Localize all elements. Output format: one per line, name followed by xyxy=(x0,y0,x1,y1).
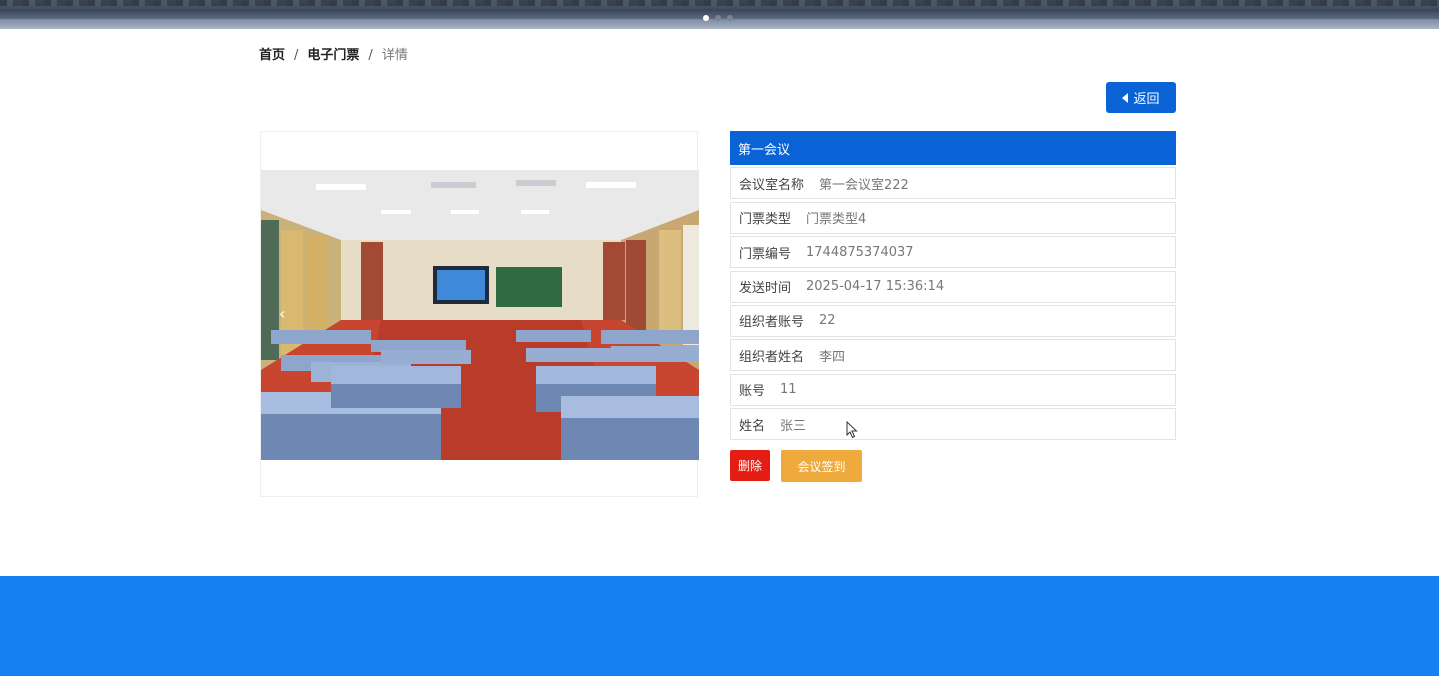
banner-dot-3[interactable] xyxy=(727,15,733,21)
detail-row-ticket-number: 门票编号 1744875374037 xyxy=(730,236,1176,269)
mouse-cursor-icon xyxy=(846,421,858,439)
breadcrumb-separator: / xyxy=(294,48,299,63)
detail-value: 门票类型4 xyxy=(806,212,867,228)
detail-row-send-time: 发送时间 2025-04-17 15:36:14 xyxy=(730,270,1176,303)
detail-row-ticket-type: 门票类型 门票类型4 xyxy=(730,201,1176,234)
breadcrumb-current: 详情 xyxy=(381,48,408,63)
detail-label: 发送时间 xyxy=(739,281,792,297)
caret-left-icon xyxy=(1122,92,1129,103)
image-carousel: ‹ xyxy=(260,131,699,497)
meeting-room-photo xyxy=(261,170,699,460)
carousel-prev-button[interactable]: ‹ xyxy=(279,306,285,322)
detail-row-room-name: 会议室名称 第一会议室222 xyxy=(730,167,1176,200)
ticket-title: 第一会议 xyxy=(730,131,1176,165)
banner-dot-1[interactable] xyxy=(703,15,709,21)
back-button-label: 返回 xyxy=(1133,92,1160,107)
back-button[interactable]: 返回 xyxy=(1106,82,1176,113)
detail-row-organizer-name: 组织者姓名 李四 xyxy=(730,339,1176,372)
breadcrumb: 首页 / 电子门票 / 详情 xyxy=(259,47,408,65)
page-footer xyxy=(0,576,1439,676)
detail-row-organizer-account: 组织者账号 22 xyxy=(730,304,1176,337)
breadcrumb-section[interactable]: 电子门票 xyxy=(307,47,359,65)
detail-value: 1744875374037 xyxy=(806,244,914,260)
detail-value: 李四 xyxy=(819,349,846,365)
detail-label: 账号 xyxy=(739,384,766,400)
ticket-detail-panel: 第一会议 会议室名称 第一会议室222 门票类型 门票类型4 门票编号 1744… xyxy=(730,131,1176,441)
top-banner-carousel xyxy=(0,0,1439,29)
detail-label: 组织者姓名 xyxy=(739,349,805,365)
detail-label: 会议室名称 xyxy=(739,177,805,193)
breadcrumb-separator: / xyxy=(368,48,373,63)
ticket-actions: 删除 会议签到 xyxy=(730,450,862,482)
detail-label: 组织者账号 xyxy=(739,315,805,331)
detail-value: 2025-04-17 15:36:14 xyxy=(806,279,945,295)
detail-label: 门票类型 xyxy=(739,212,792,228)
meeting-sign-in-button[interactable]: 会议签到 xyxy=(781,450,862,482)
detail-value: 11 xyxy=(780,382,797,398)
detail-label: 门票编号 xyxy=(739,246,792,262)
detail-row-name: 姓名 张三 xyxy=(730,408,1176,441)
detail-value: 22 xyxy=(819,313,836,329)
delete-button[interactable]: 删除 xyxy=(730,450,770,481)
detail-value: 张三 xyxy=(780,418,807,434)
breadcrumb-home[interactable]: 首页 xyxy=(259,47,285,65)
banner-skyline-image xyxy=(0,0,1439,6)
banner-pagination xyxy=(703,15,733,21)
banner-dot-2[interactable] xyxy=(715,15,721,21)
detail-label: 姓名 xyxy=(739,418,766,434)
detail-row-account: 账号 11 xyxy=(730,373,1176,406)
detail-value: 第一会议室222 xyxy=(819,177,909,193)
